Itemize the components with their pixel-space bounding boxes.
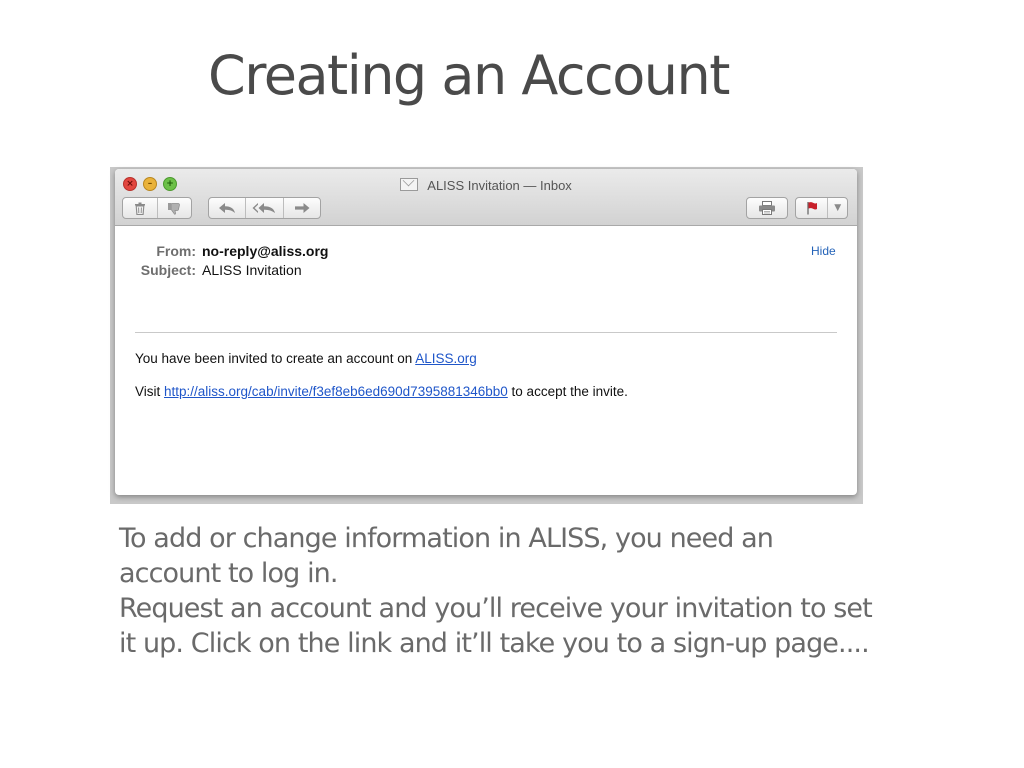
slide: Creating an Account × – + ALISS Invitati…	[0, 0, 1024, 768]
delete-junk-group	[122, 197, 192, 219]
caption-line-2: Request an account and you’ll receive yo…	[119, 593, 873, 659]
reply-all-button[interactable]	[246, 198, 284, 218]
subject-row: Subject: ALISS Invitation	[135, 262, 328, 281]
reply-icon	[219, 203, 236, 213]
email-screenshot: × – + ALISS Invitation — Inbox ▼ From: n…	[110, 167, 863, 504]
printer-icon	[759, 201, 775, 215]
delete-button[interactable]	[123, 198, 158, 218]
flag-button[interactable]	[796, 198, 829, 218]
message-header: From: no-reply@aliss.org Subject: ALISS In…	[135, 243, 329, 281]
subject-label: Subject:	[140, 262, 196, 278]
hide-details-link[interactable]: Hide	[811, 244, 836, 258]
forward-button[interactable]	[284, 198, 320, 218]
mail-window: × – + ALISS Invitation — Inbox ▼ From: n…	[115, 169, 857, 495]
reply-group	[208, 197, 321, 219]
mail-toolbar: × – + ALISS Invitation — Inbox ▼	[115, 169, 857, 226]
window-title: ALISS Invitation — Inbox	[427, 178, 572, 193]
envelope-icon	[400, 178, 419, 191]
visit-text: Visit	[135, 384, 165, 399]
caption-line-1: To add or change information in ALISS, y…	[119, 523, 774, 589]
accept-text: to accept the invite.	[507, 384, 628, 399]
window-title-bar: ALISS Invitation — Inbox	[115, 175, 857, 194]
forward-icon	[294, 203, 310, 213]
trash-icon	[134, 202, 145, 215]
flag-group: ▼	[795, 197, 848, 219]
from-address[interactable]: no-reply@aliss.org	[202, 243, 328, 259]
flag-menu-button[interactable]: ▼	[828, 198, 847, 218]
print-group	[746, 197, 788, 219]
reply-all-icon	[252, 203, 276, 213]
reply-button[interactable]	[209, 198, 247, 218]
invite-url-link[interactable]: http://aliss.org/cab/invite/f3ef8eb6ed69…	[164, 384, 508, 399]
from-row: From: no-reply@aliss.org	[135, 243, 328, 262]
junk-button[interactable]	[158, 198, 192, 218]
aliss-org-link[interactable]: ALISS.org	[415, 351, 477, 366]
from-label: From:	[156, 243, 196, 259]
subject-value: ALISS Invitation	[202, 262, 302, 278]
slide-title: Creating an Account	[208, 44, 730, 107]
thumbs-down-icon	[168, 202, 181, 215]
header-divider	[135, 332, 837, 333]
chevron-down-icon: ▼	[834, 203, 842, 213]
invite-text: You have been invited to create an accou…	[135, 351, 416, 366]
flag-icon	[807, 202, 817, 215]
body-line-invite: You have been invited to create an accou…	[135, 351, 477, 366]
print-button[interactable]	[747, 198, 787, 218]
slide-caption: To add or change information in ALISS, y…	[119, 521, 879, 661]
body-line-visit: Visit http://aliss.org/cab/invite/f3ef8e…	[135, 384, 628, 399]
